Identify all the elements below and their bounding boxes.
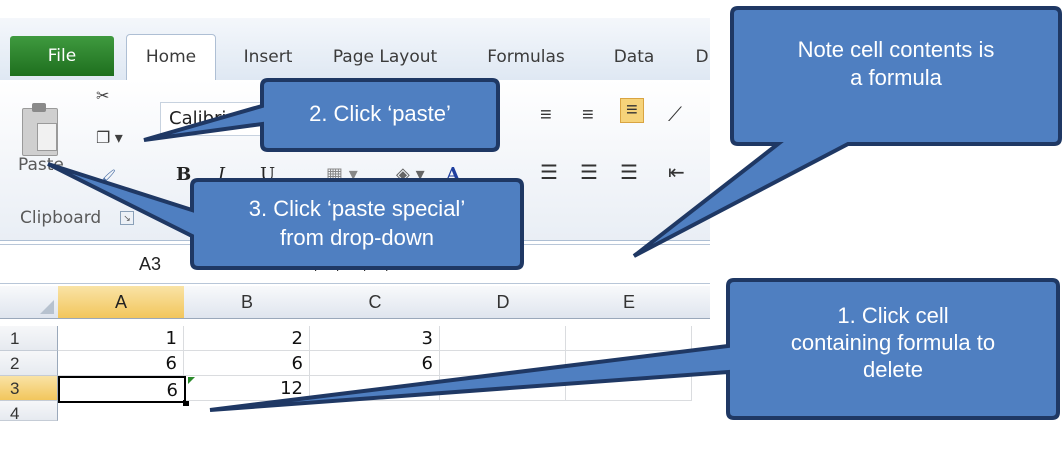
cell-d3[interactable]: [440, 376, 566, 401]
tab-page-layout[interactable]: Page Layout: [322, 40, 448, 74]
column-header-e[interactable]: E: [566, 286, 693, 319]
cell-b3[interactable]: 12: [186, 376, 310, 401]
cell-e2[interactable]: [566, 351, 692, 376]
cell-a2[interactable]: 6: [58, 351, 184, 376]
clipboard-launcher-icon[interactable]: ↘: [120, 211, 134, 225]
cell-b1[interactable]: 2: [184, 326, 310, 351]
align-right-icon[interactable]: ☰: [620, 160, 638, 185]
callout-formula-note-line2: a formula: [850, 65, 942, 90]
row-header-3[interactable]: 3: [0, 376, 58, 401]
column-header-b[interactable]: B: [184, 286, 311, 319]
cut-icon[interactable]: ✂: [96, 86, 109, 106]
column-header-a[interactable]: A: [58, 286, 185, 319]
callout-paste-special-line1: 3. Click ‘paste special’: [248, 196, 466, 221]
callout-click-cell-line2: containing formula to: [790, 330, 996, 355]
cell-e3[interactable]: [566, 376, 692, 401]
cell-c2[interactable]: 6: [310, 351, 440, 376]
cell-d1[interactable]: [440, 326, 566, 351]
paste-button-label[interactable]: Paste: [18, 155, 64, 175]
cell-c1[interactable]: 3: [310, 326, 440, 351]
callout-click-cell-line3: delete: [863, 357, 923, 382]
paste-icon[interactable]: [22, 103, 58, 156]
border-icon[interactable]: ▦ ▾: [326, 164, 358, 185]
align-center-icon[interactable]: ☰: [580, 160, 598, 185]
indent-icon[interactable]: ⇤: [668, 160, 685, 185]
font-color-button[interactable]: A: [446, 164, 460, 185]
orientation-icon[interactable]: ⟋: [668, 104, 682, 127]
tab-file[interactable]: File: [10, 36, 114, 76]
callout-formula-note-line1: Note cell contents is: [797, 37, 995, 62]
tab-data[interactable]: Data: [604, 40, 664, 74]
column-header-c[interactable]: C: [310, 286, 441, 319]
callout-paste-special-line2: from drop-down: [279, 225, 435, 250]
cell-a1[interactable]: 1: [58, 326, 184, 351]
cell-a3-active[interactable]: 6: [58, 376, 186, 403]
callout-paste-text: 2. Click ‘paste’: [309, 101, 451, 126]
bold-button[interactable]: B: [176, 164, 191, 185]
cell-b2[interactable]: 6: [184, 351, 310, 376]
align-left-icon[interactable]: ☰: [540, 160, 558, 185]
fill-color-icon[interactable]: ◈ ▾: [396, 164, 425, 185]
align-middle-icon[interactable]: ≡: [582, 104, 594, 127]
align-bottom-icon[interactable]: ≡: [620, 98, 644, 123]
tab-d[interactable]: D: [692, 40, 710, 74]
column-header-f[interactable]: [692, 286, 710, 319]
cell-e1[interactable]: [566, 326, 692, 351]
row-header-4[interactable]: 4: [0, 401, 58, 421]
tab-home[interactable]: Home: [126, 34, 216, 81]
clipboard-group-label: Clipboard: [20, 208, 102, 228]
tab-formulas[interactable]: Formulas: [476, 40, 576, 74]
row-header-1[interactable]: 1: [0, 326, 58, 351]
cell-d2[interactable]: [440, 351, 566, 376]
ribbon-tab-bar: File Home Insert Page Layout Formulas Da…: [0, 18, 710, 81]
column-header-d[interactable]: D: [440, 286, 567, 319]
format-painter-icon[interactable]: 🖌: [96, 168, 116, 188]
callout-click-cell-line1: 1. Click cell: [837, 303, 949, 328]
copy-icon[interactable]: ❐ ▾: [96, 128, 123, 148]
select-all-corner[interactable]: [0, 286, 59, 319]
tab-insert[interactable]: Insert: [228, 40, 308, 74]
align-top-icon[interactable]: ≡: [540, 104, 552, 127]
underline-button[interactable]: U: [260, 164, 275, 185]
italic-button[interactable]: I: [218, 164, 225, 185]
row-header-2[interactable]: 2: [0, 351, 58, 376]
cell-c3[interactable]: 6: [310, 376, 440, 401]
